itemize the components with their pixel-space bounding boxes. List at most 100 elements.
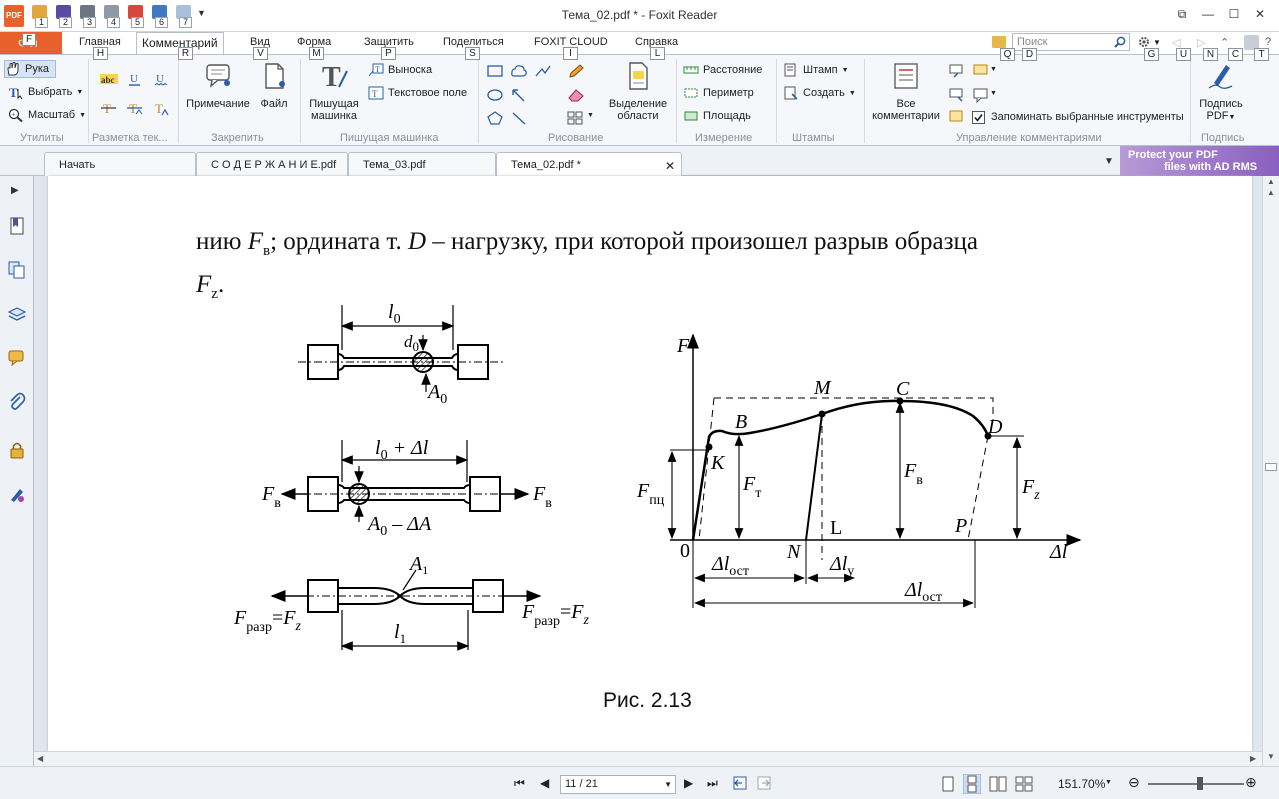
scroll-thumb[interactable] xyxy=(1265,463,1277,471)
polygon-icon[interactable] xyxy=(486,110,504,126)
rectangle-icon[interactable] xyxy=(486,63,504,79)
minimize-icon[interactable]: — xyxy=(1197,4,1219,24)
zoom-tool-button[interactable]: + Масштаб ▼ xyxy=(8,106,86,124)
replace-text-icon[interactable]: T xyxy=(126,100,144,116)
ellipse-icon[interactable] xyxy=(486,87,504,103)
horizontal-scrollbar[interactable]: ◀ ▶ xyxy=(34,751,1262,766)
file-tab[interactable]: Ф л F xyxy=(0,32,62,54)
scroll-up-icon[interactable]: ▲ xyxy=(1267,177,1275,186)
export-comments-icon[interactable] xyxy=(948,87,966,103)
pencil-icon[interactable] xyxy=(567,63,585,79)
signatures-icon[interactable] xyxy=(7,484,27,504)
attach-file-button[interactable]: Файл xyxy=(254,61,294,110)
tab-start[interactable]: Начать xyxy=(44,152,196,176)
group-shapes-icon[interactable] xyxy=(567,110,585,126)
stamp-button[interactable]: Штамп ▼ xyxy=(783,61,849,79)
typewriter-button[interactable]: T Пишущая машинка xyxy=(305,61,363,122)
tab-tema02-pdf[interactable]: Тема_02.pdf * ✕ xyxy=(496,152,682,176)
stamp-dropdown-icon: ▼ xyxy=(841,66,849,74)
keytip-comment: R xyxy=(178,47,193,60)
bookmarks-icon[interactable] xyxy=(7,216,27,236)
callout-button[interactable]: T Выноска xyxy=(368,61,432,79)
insert-text-icon[interactable]: T xyxy=(152,100,170,116)
continuous-page-icon[interactable] xyxy=(963,774,981,794)
zoom-slider[interactable] xyxy=(1148,783,1244,785)
folder-icon[interactable] xyxy=(992,36,1006,48)
remember-tools-checkbox[interactable] xyxy=(972,111,985,124)
import-comments-icon[interactable] xyxy=(948,63,966,79)
expand-pane-icon[interactable]: ▶ xyxy=(11,185,19,196)
all-comments-button[interactable]: Все комментарии xyxy=(868,61,944,122)
title-bar: PDF 1 2 3 4 5 6 7 ▼ Тема_02.pdf * - Foxi… xyxy=(0,0,1279,32)
security-lock-icon[interactable] xyxy=(7,440,27,460)
scroll-down-icon[interactable]: ▼ xyxy=(1267,752,1275,761)
continuous-facing-icon[interactable] xyxy=(1015,776,1033,792)
eraser-icon[interactable] xyxy=(567,87,585,103)
facing-page-icon[interactable] xyxy=(989,776,1007,792)
textbox-button[interactable]: T Текстовое поле xyxy=(368,84,467,102)
close-tab-icon[interactable]: ✕ xyxy=(665,159,675,173)
popup-notes-icon[interactable] xyxy=(972,87,990,103)
next-page-icon[interactable]: ▶ xyxy=(684,776,693,790)
pen-sign-icon xyxy=(1208,65,1233,89)
last-page-icon[interactable]: ⏭ xyxy=(707,776,718,791)
scroll-page-up-icon[interactable]: ▲ xyxy=(1267,188,1275,197)
tab-tema03-pdf[interactable]: Тема_03.pdf xyxy=(348,152,496,176)
scroll-left-icon[interactable]: ◀ xyxy=(37,754,43,763)
attachments-icon[interactable] xyxy=(7,392,27,412)
zoom-level[interactable]: 151.70% xyxy=(1058,777,1105,791)
area-highlight-button[interactable]: Выделение области xyxy=(604,61,672,122)
cloud-icon[interactable] xyxy=(510,63,528,79)
keep-tool-icon[interactable] xyxy=(948,109,966,125)
vertical-scrollbar[interactable]: ▲ ▲ ▼ xyxy=(1262,176,1279,766)
note-button[interactable]: Примечание xyxy=(186,61,250,110)
squiggly-underline-icon[interactable]: U xyxy=(152,71,170,87)
first-page-icon[interactable]: ⏮ xyxy=(514,776,525,791)
previous-view-icon[interactable] xyxy=(732,775,750,791)
strikeout-icon[interactable]: T xyxy=(100,100,118,116)
maximize-icon[interactable]: ☐ xyxy=(1223,4,1245,24)
zoom-dropdown-icon[interactable]: ▼ xyxy=(1105,779,1112,786)
file-attach-icon xyxy=(265,63,285,89)
layers-icon[interactable] xyxy=(7,304,27,324)
page-dropdown-icon[interactable]: ▼ xyxy=(664,776,672,793)
next-view-icon[interactable] xyxy=(756,775,774,791)
page-number-input[interactable]: 11 / 21 ▼ xyxy=(560,775,676,794)
tab-list-dropdown-icon[interactable]: ▼ xyxy=(1104,156,1114,167)
underline-icon[interactable]: U xyxy=(126,71,144,87)
svg-text:T: T xyxy=(155,101,163,116)
highlight-text-icon[interactable]: abc xyxy=(100,71,118,87)
zoom-slider-thumb[interactable] xyxy=(1197,777,1203,790)
distance-button[interactable]: Расстояние xyxy=(683,61,762,79)
scroll-right-icon[interactable]: ▶ xyxy=(1250,754,1256,763)
search-icon[interactable] xyxy=(1114,36,1126,48)
zoom-in-icon[interactable]: ⊕ xyxy=(1245,774,1257,791)
select-tool-button[interactable]: T Выбрать ▼ xyxy=(8,83,83,101)
close-icon[interactable]: ✕ xyxy=(1249,4,1271,24)
single-page-icon[interactable] xyxy=(941,776,955,792)
zoom-out-icon[interactable]: ⊖ xyxy=(1128,774,1140,791)
help-icon[interactable]: ? xyxy=(1265,36,1271,48)
ad-rms-banner[interactable]: Protect your PDF files with AD RMS xyxy=(1120,146,1279,176)
create-stamp-button[interactable]: Создать ▼ xyxy=(783,84,856,102)
polyline-icon[interactable] xyxy=(534,63,552,79)
settings-dropdown-icon[interactable]: ▼ xyxy=(1153,38,1161,47)
magnifier-icon: + xyxy=(8,108,23,122)
tab-contents-pdf[interactable]: С О Д Е Р Ж А Н И Е.pdf xyxy=(196,152,348,176)
restore-icon[interactable]: ⧉ xyxy=(1171,4,1193,24)
hand-tool-button[interactable]: Рука xyxy=(4,60,56,78)
sign-pdf-button[interactable]: Подпись PDF▼ xyxy=(1194,61,1248,124)
group-dropdown-icon[interactable]: ▼ xyxy=(587,112,594,119)
comments-panel-icon[interactable] xyxy=(7,348,27,368)
perimeter-button[interactable]: Периметр xyxy=(683,84,754,102)
summary-dropdown-icon[interactable]: ▼ xyxy=(990,66,997,73)
popup-dropdown-icon[interactable]: ▼ xyxy=(990,90,997,97)
settings-gear-icon[interactable] xyxy=(1137,35,1151,49)
comment-summary-icon[interactable] xyxy=(972,63,990,79)
area-button[interactable]: Площадь xyxy=(683,107,751,125)
sign-dropdown-icon: ▼ xyxy=(1228,114,1236,121)
line-icon[interactable] xyxy=(510,110,528,126)
arrow-icon[interactable] xyxy=(510,87,528,103)
previous-page-icon[interactable]: ◀ xyxy=(540,776,549,790)
page-thumbnails-icon[interactable] xyxy=(7,260,27,280)
